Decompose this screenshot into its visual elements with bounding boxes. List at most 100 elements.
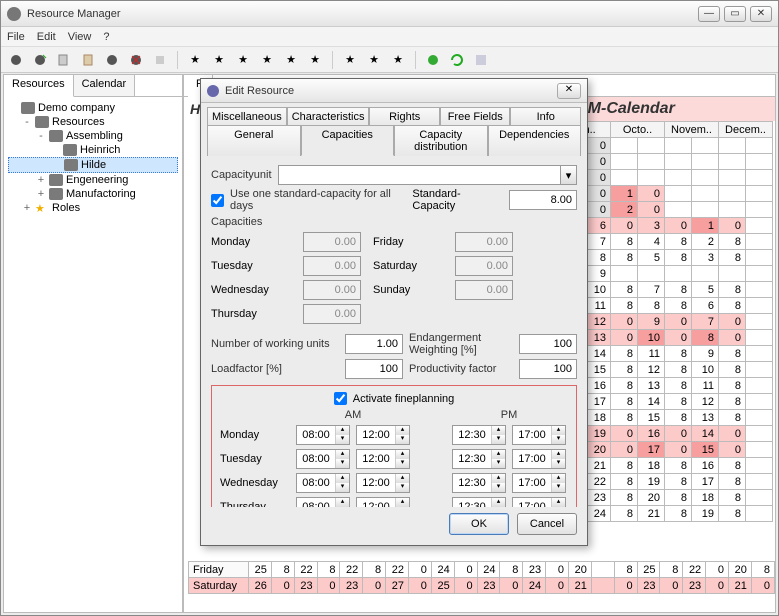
tree-node-resources[interactable]: -Resources [8,115,178,129]
toolbar-gear-icon[interactable] [5,49,27,71]
toolbar-gear3-icon[interactable] [422,49,444,71]
standard-cap-input[interactable] [509,190,577,210]
cal-cell: 8 [665,490,692,506]
lf-input[interactable] [345,359,403,379]
fp-monday-am2[interactable]: 12:00▴▾ [356,425,410,445]
bottom-table: Friday258228228220240248230208258220208S… [188,561,775,594]
ok-button[interactable]: OK [449,513,509,535]
tab-characteristics[interactable]: Characteristics [287,107,370,126]
tab-free-fields[interactable]: Free Fields [440,107,511,126]
tree-node-manufactoring[interactable]: +Manufactoring [8,187,178,201]
tab-calendar[interactable]: Calendar [74,75,136,96]
toolbar-star6-icon[interactable]: ★ [304,49,326,71]
toolbar-starcfg-icon[interactable]: ★ [363,49,385,71]
fp-wednesday-am1[interactable]: 08:00▴▾ [296,473,350,493]
toolbar-copy-icon[interactable] [53,49,75,71]
bottom-cell: 22 [683,562,706,578]
tab-info[interactable]: Info [510,107,581,126]
cancel-button[interactable]: Cancel [517,513,577,535]
cap-input-monday[interactable] [303,232,361,252]
fp-tuesday-am2[interactable]: 12:00▴▾ [356,449,410,469]
bottom-cell: 0 [409,562,432,578]
toolbar-star1-icon[interactable]: ★ [184,49,206,71]
toolbar-starcopy-icon[interactable]: ★ [387,49,409,71]
resource-tree[interactable]: Demo company -Resources-AssemblingHeinri… [4,97,182,612]
fp-thursday-am2[interactable]: 12:00▴▾ [356,497,410,507]
cap-input-wednesday[interactable] [303,280,361,300]
tab-general[interactable]: General [207,125,301,156]
fp-thursday-pm1[interactable]: 12:30▴▾ [452,497,506,507]
cap-input-thursday[interactable] [303,304,361,324]
toolbar-refresh-icon[interactable] [446,49,468,71]
menu-edit[interactable]: Edit [37,31,56,43]
tab-rights[interactable]: Rights [369,107,440,126]
fp-monday-pm1[interactable]: 12:30▴▾ [452,425,506,445]
toolbar-paste-icon[interactable] [77,49,99,71]
toolbar-dup-icon[interactable] [149,49,171,71]
cal-cell: 15 [638,410,665,426]
menu-help[interactable]: ? [103,31,109,43]
tab-dependencies[interactable]: Dependencies [488,125,582,156]
cal-cell [638,170,665,186]
cal-cell: 0 [611,426,638,442]
fp-tuesday-pm1[interactable]: 12:30▴▾ [452,449,506,469]
toolbar-gear2-icon[interactable] [101,49,123,71]
toolbar-last-icon[interactable] [470,49,492,71]
tree-node-heinrich[interactable]: Heinrich [8,143,178,157]
cap-input-friday[interactable] [455,232,513,252]
tab-capacity-distribution[interactable]: Capacity distribution [394,125,488,156]
toolbar-star4-icon[interactable]: ★ [256,49,278,71]
bottom-cell: 25 [637,562,660,578]
fp-tuesday-am1[interactable]: 08:00▴▾ [296,449,350,469]
nwu-input[interactable] [345,334,403,354]
tab-miscellaneous[interactable]: Miscellaneous [207,107,287,126]
fp-thursday-pm2[interactable]: 17:00▴▾ [512,497,566,507]
toolbar-star5-icon[interactable]: ★ [280,49,302,71]
bottom-cell: 23 [637,578,660,594]
tab-capacities[interactable]: Capacities [301,125,395,156]
pf-input[interactable] [519,359,577,379]
tree-node-hilde[interactable]: Hilde [8,157,178,173]
fp-monday-pm2[interactable]: 17:00▴▾ [512,425,566,445]
bottom-cell: 8 [614,562,637,578]
cal-cell: 21 [638,506,665,522]
cap-input-sunday[interactable] [455,280,513,300]
fp-wednesday-am2[interactable]: 12:00▴▾ [356,473,410,493]
use-one-checkbox[interactable] [211,194,224,207]
close-button[interactable]: ✕ [750,6,772,22]
cal-cell: 8 [719,234,746,250]
capacityunit-combo[interactable]: ▾ [278,165,577,185]
tree-root[interactable]: Demo company [8,101,178,115]
cap-input-saturday[interactable] [455,256,513,276]
activate-fineplan-checkbox[interactable] [334,392,347,405]
bottom-cell: 23 [340,578,363,594]
cal-cell: 0 [611,442,638,458]
menu-file[interactable]: File [7,31,25,43]
month-header: Octo.. [611,122,665,138]
cal-cell: 0 [665,330,692,346]
tab-resources[interactable]: Resources [4,75,74,97]
tree-node-assembling[interactable]: -Assembling [8,129,178,143]
toolbar-stardel-icon[interactable]: ★ [339,49,361,71]
tree-node-engeneering[interactable]: +Engeneering [8,173,178,187]
cal-cell: 8 [638,298,665,314]
maximize-button[interactable]: ▭ [724,6,746,22]
cal-cell: 9 [638,314,665,330]
toolbar-add-icon[interactable] [29,49,51,71]
fp-thursday-am1[interactable]: 08:00▴▾ [296,497,350,507]
menu-view[interactable]: View [68,31,92,43]
tree-node-roles[interactable]: +★Roles [8,201,178,215]
fp-day-tuesday: Tuesday [220,453,290,465]
fp-wednesday-pm2[interactable]: 17:00▴▾ [512,473,566,493]
cap-input-tuesday[interactable] [303,256,361,276]
cal-cell: 18 [692,490,719,506]
fp-monday-am1[interactable]: 08:00▴▾ [296,425,350,445]
toolbar-star3-icon[interactable]: ★ [232,49,254,71]
toolbar-delete-icon[interactable] [125,49,147,71]
toolbar-star2-icon[interactable]: ★ [208,49,230,71]
fp-wednesday-pm1[interactable]: 12:30▴▾ [452,473,506,493]
dialog-close-button[interactable]: ✕ [557,83,581,99]
ew-input[interactable] [519,334,577,354]
minimize-button[interactable]: — [698,6,720,22]
fp-tuesday-pm2[interactable]: 17:00▴▾ [512,449,566,469]
